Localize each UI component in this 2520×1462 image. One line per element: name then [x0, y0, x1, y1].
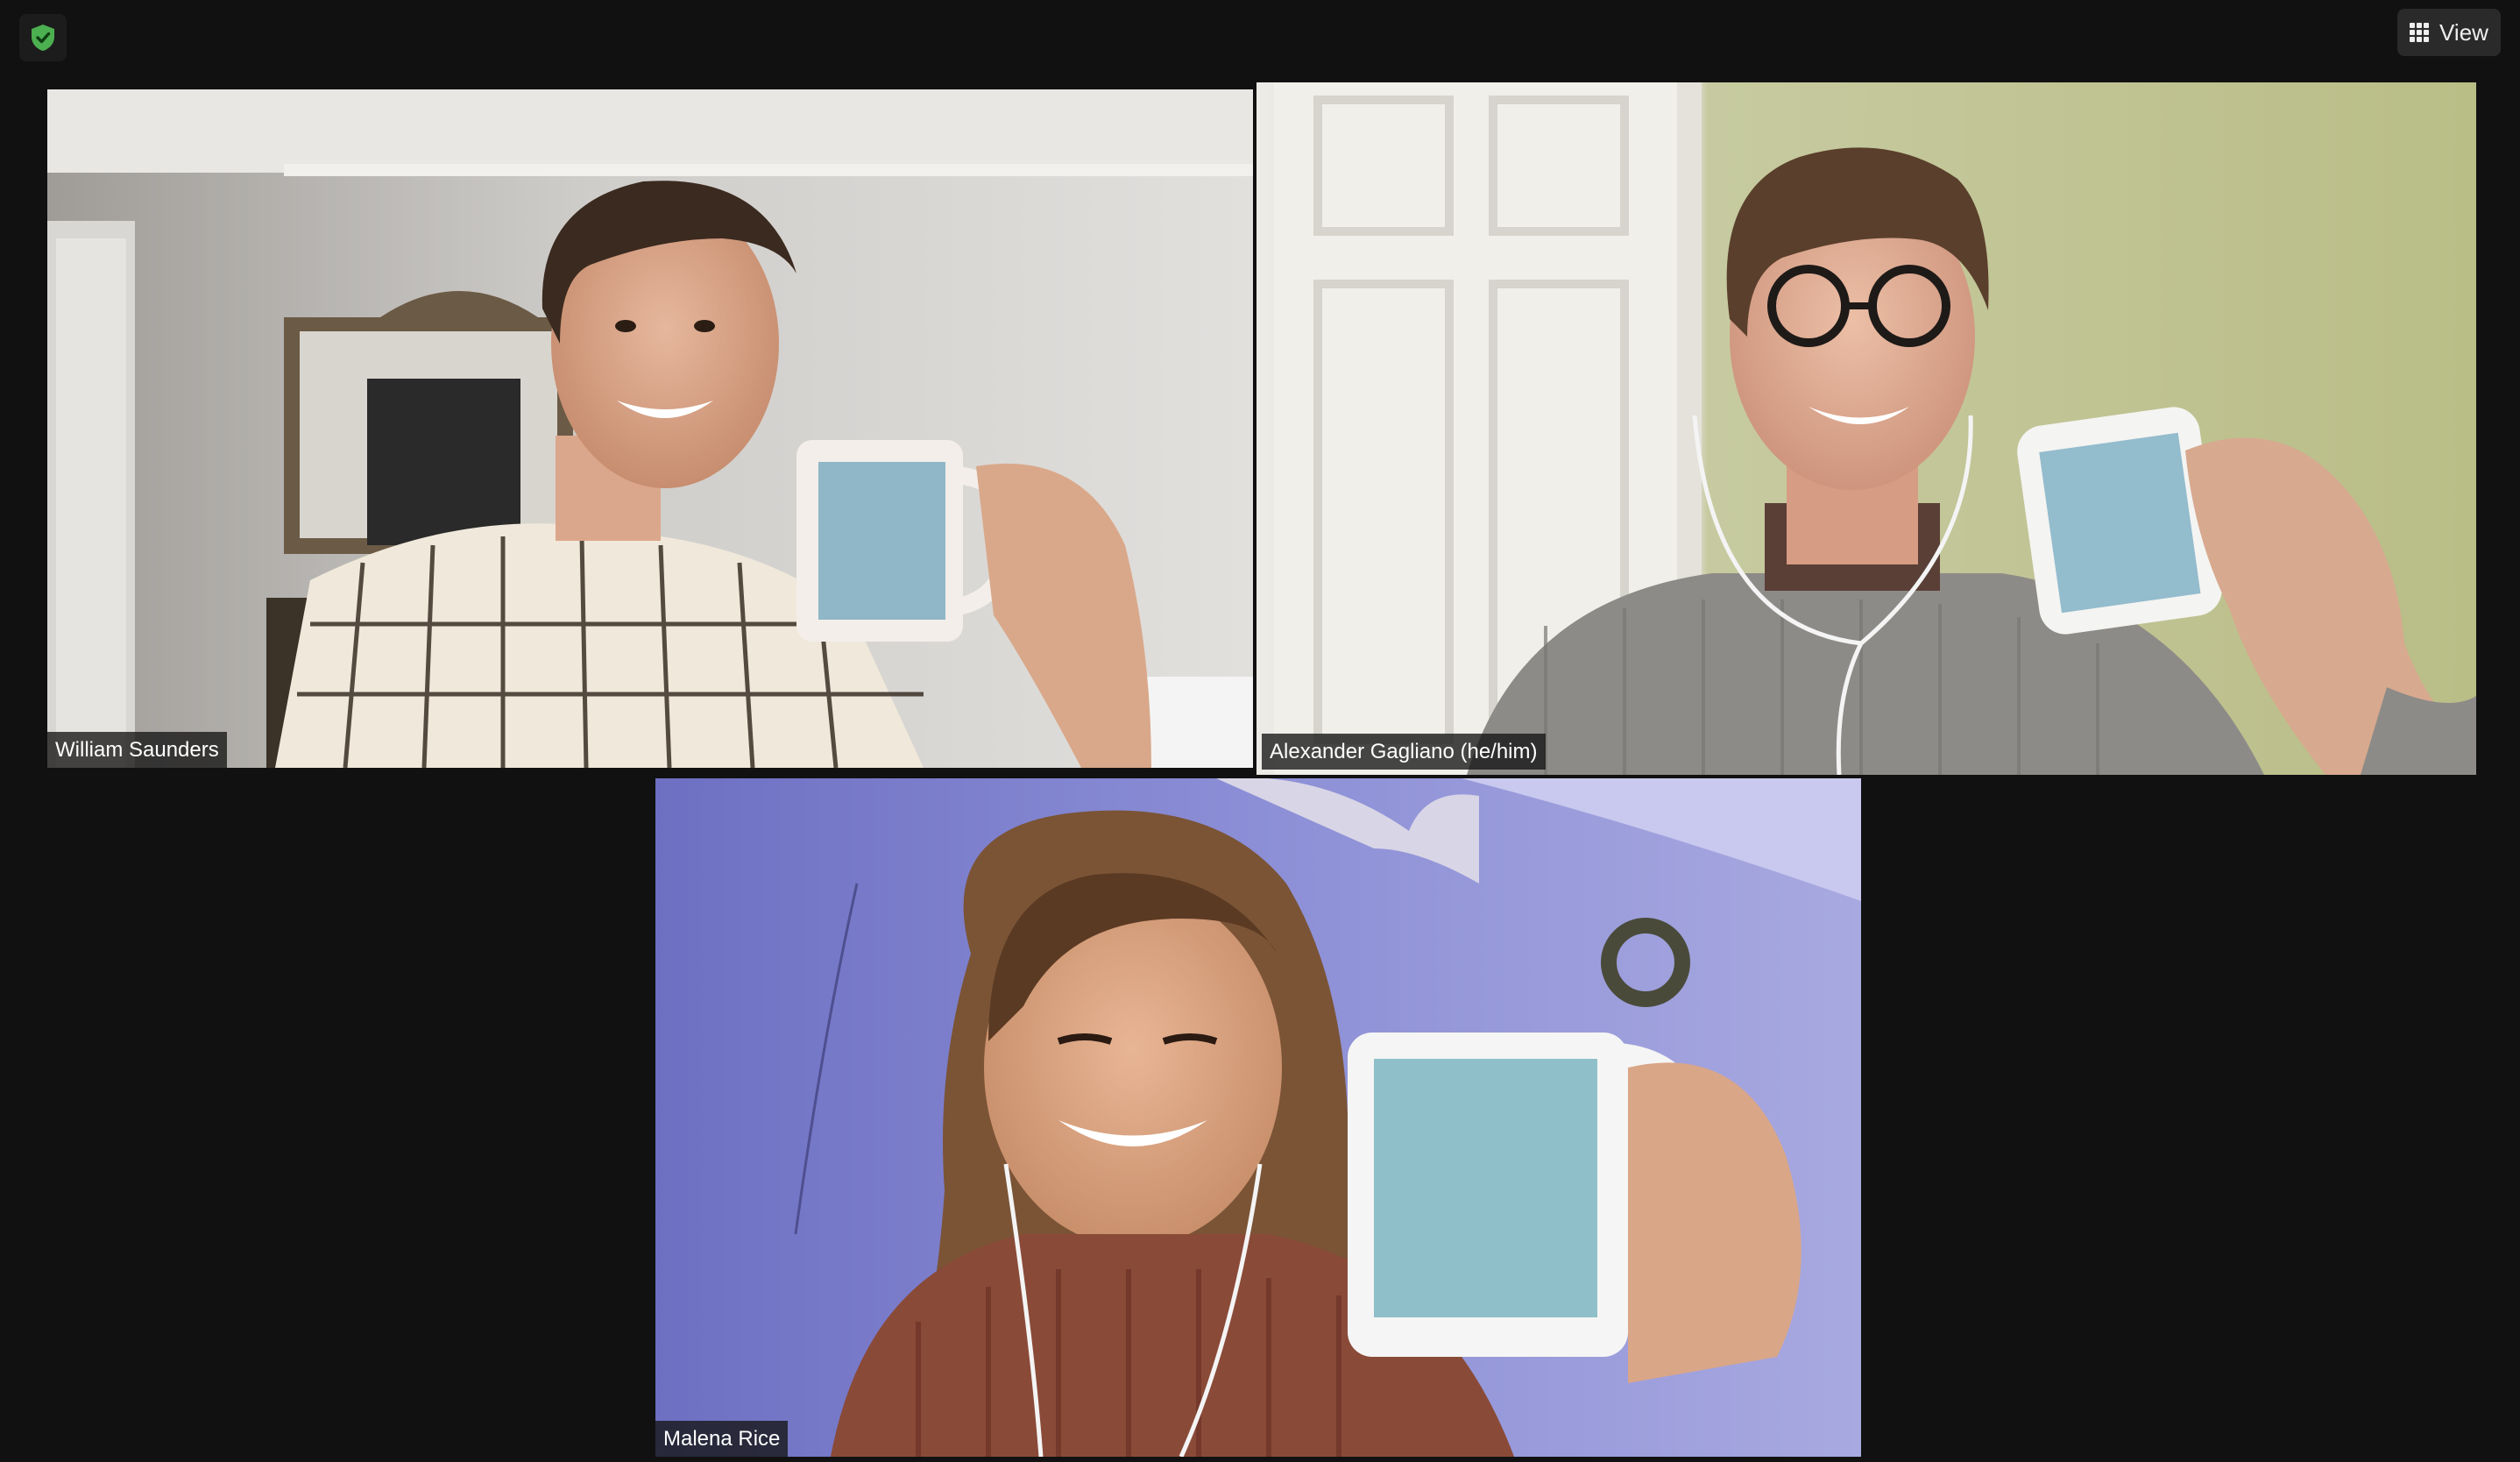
participant-tile-william-saunders[interactable]: William Saunders	[47, 89, 1253, 768]
participant-video	[1256, 82, 2476, 775]
security-shield-button[interactable]	[19, 14, 67, 61]
view-button[interactable]: View	[2397, 9, 2501, 56]
participant-name-label: Malena Rice	[655, 1421, 789, 1457]
participant-tile-malena-rice[interactable]: Malena Rice	[655, 778, 1861, 1457]
view-button-label: View	[2439, 18, 2488, 46]
participant-tile-alexander-gagliano[interactable]: Alexander Gagliano (he/him)	[1256, 82, 2476, 775]
participant-video	[655, 778, 1861, 1457]
grid-icon	[2410, 23, 2430, 42]
shield-check-icon	[32, 25, 54, 51]
participant-name-label: Alexander Gagliano (he/him)	[1262, 734, 1546, 770]
participant-video	[47, 89, 1253, 768]
participant-name-label: William Saunders	[47, 732, 227, 768]
video-call-window: View William Saunders Alexander Gagliano…	[0, 0, 2520, 1462]
